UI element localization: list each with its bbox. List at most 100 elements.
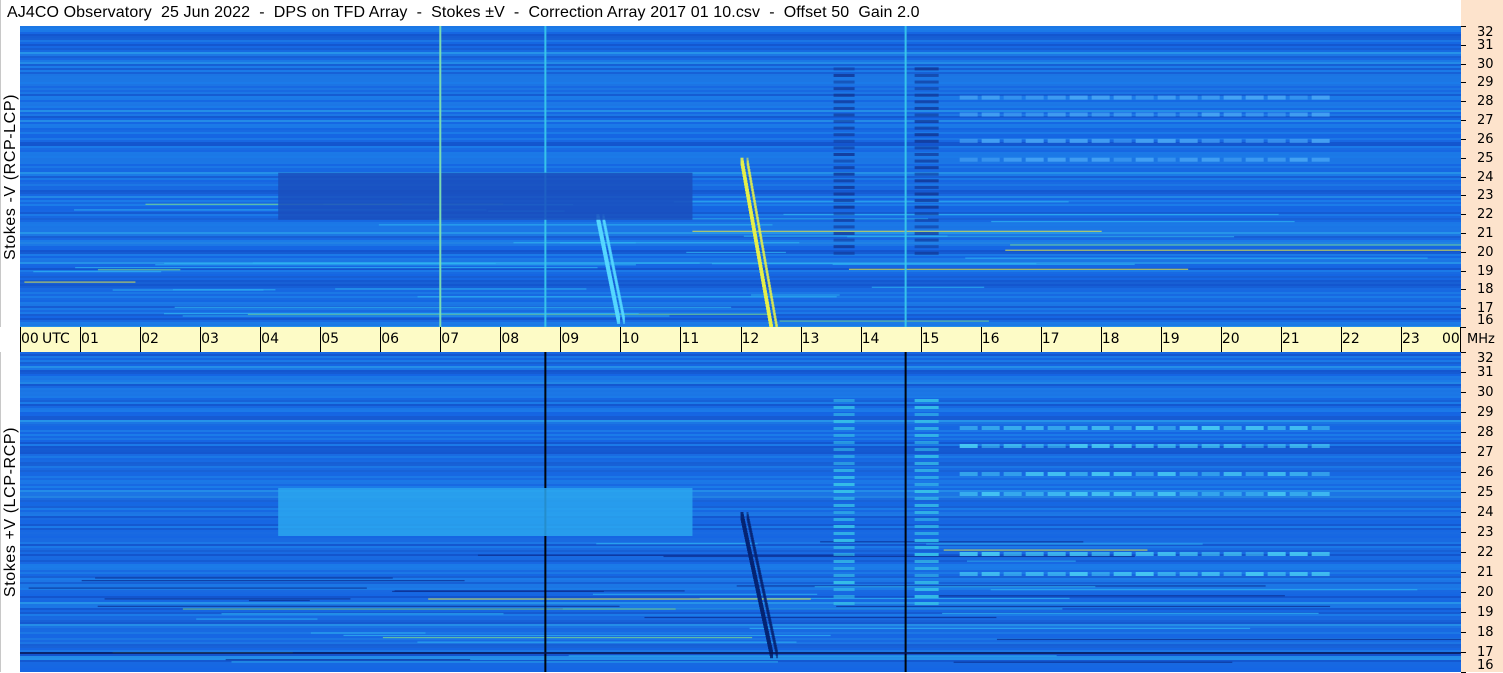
time-tick-label: 19: [1161, 331, 1180, 347]
freq-tick-label: 18: [1477, 625, 1494, 640]
texture-row: [20, 182, 1461, 184]
freq-tick-line: [1461, 26, 1466, 27]
texture-row: [20, 456, 1461, 458]
bright-band: [914, 469, 939, 472]
rfi-streak: [820, 541, 1084, 543]
dark-band: [914, 152, 939, 156]
freq-tick-line: [1461, 432, 1466, 433]
texture-row: [20, 222, 1461, 224]
emission-line: [1201, 426, 1220, 430]
texture-row: [20, 324, 1461, 326]
texture-row: [20, 272, 1461, 274]
freq-tick-label: 31: [1477, 37, 1494, 53]
texture-row: [20, 486, 1461, 488]
rfi-streak: [97, 269, 181, 271]
freq-tick-line: [1461, 632, 1466, 633]
texture-row: [20, 280, 1461, 282]
rfi-streak: [953, 661, 1233, 663]
texture-row: [20, 106, 1461, 108]
texture-row: [20, 484, 1461, 486]
time-tick-label: 15: [921, 331, 940, 347]
freq-tick-label: 20: [1477, 244, 1494, 260]
dark-band: [914, 172, 939, 176]
texture-row: [20, 446, 1461, 448]
bright-band: [833, 511, 855, 514]
bright-band: [914, 483, 939, 486]
emission-line: [1069, 157, 1088, 162]
freq-tick-line: [1461, 251, 1466, 253]
emission-line: [1311, 572, 1330, 576]
emission-line: [1223, 112, 1242, 117]
emission-line: [1047, 157, 1066, 162]
emission-line: [1245, 95, 1264, 100]
rfi-streak: [382, 636, 753, 639]
emission-line: [1113, 492, 1132, 496]
rfi-streak: [1005, 249, 1461, 251]
texture-row: [20, 600, 1461, 602]
rfi-streak: [248, 599, 310, 602]
emission-line: [1003, 426, 1022, 430]
texture-row: [20, 50, 1461, 52]
texture-row: [20, 390, 1461, 392]
freq-tick-line: [1461, 652, 1466, 653]
texture-row: [20, 42, 1461, 44]
texture-row: [20, 382, 1461, 384]
bright-band: [914, 511, 939, 514]
freq-tick-line: [1461, 492, 1466, 493]
texture-row: [20, 80, 1461, 82]
texture-row: [20, 460, 1461, 462]
texture-row: [20, 464, 1461, 466]
emission-line: [1179, 472, 1198, 476]
freq-tick-line: [1461, 512, 1466, 513]
bright-band: [833, 483, 855, 486]
texture-row: [20, 38, 1461, 40]
freq-tick-line: [1461, 195, 1466, 197]
dark-band: [833, 80, 855, 84]
emission-line: [1157, 157, 1176, 162]
emission-line: [959, 572, 978, 576]
emission-line: [1201, 444, 1220, 448]
emission-line: [1025, 426, 1044, 430]
texture-row: [20, 90, 1461, 92]
emission-line: [1047, 472, 1066, 476]
emission-line: [1201, 138, 1220, 143]
bright-band: [833, 420, 855, 423]
bright-band: [833, 469, 855, 472]
texture-row: [20, 86, 1461, 88]
bright-band: [914, 448, 939, 451]
freq-tick-line: [1461, 327, 1466, 328]
freq-tick-line: [1461, 308, 1466, 310]
texture-row: [20, 536, 1461, 538]
emission-line: [959, 444, 978, 448]
texture-row: [20, 474, 1461, 476]
texture-row: [20, 392, 1461, 394]
bottom-spectrogram: [20, 352, 1461, 672]
freq-tick-label: 28: [1477, 425, 1494, 440]
texture-row: [20, 496, 1461, 498]
emission-line: [1003, 444, 1022, 448]
texture-row: [20, 490, 1461, 492]
freq-tick-label: 27: [1477, 113, 1494, 129]
texture-row: [20, 48, 1461, 50]
bright-band: [914, 420, 939, 423]
texture-row: [20, 120, 1461, 122]
dark-band: [833, 100, 855, 104]
dark-band: [914, 225, 939, 229]
emission-line: [959, 552, 978, 556]
texture-row: [20, 480, 1461, 482]
texture-row: [20, 492, 1461, 494]
bright-band: [833, 539, 855, 542]
emission-line: [1245, 572, 1264, 576]
texture-row: [20, 122, 1461, 124]
emission-line: [959, 426, 978, 430]
texture-row: [20, 254, 1461, 256]
texture-row: [20, 376, 1461, 378]
emission-line: [1157, 492, 1176, 496]
emission-line: [1113, 157, 1132, 162]
emission-line: [1245, 472, 1264, 476]
dark-band: [833, 159, 855, 163]
emission-line: [1201, 472, 1220, 476]
texture-row: [20, 110, 1461, 112]
texture-row: [20, 186, 1461, 188]
rfi-streak: [417, 296, 837, 298]
